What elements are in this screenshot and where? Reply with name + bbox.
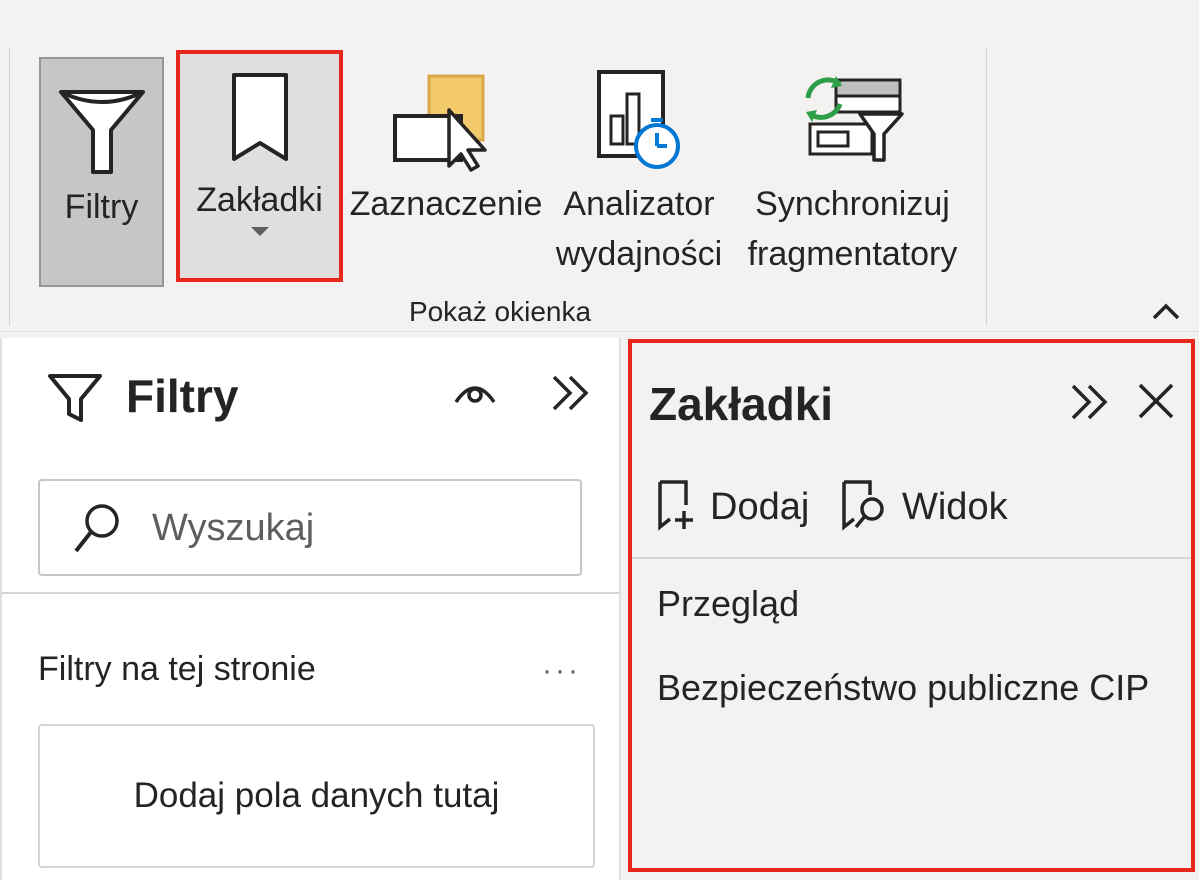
selection-button-label: Zaznaczenie	[349, 185, 543, 223]
performance-analyzer-label: Analizator wydajności	[556, 179, 722, 279]
sync-slicers-label-line1: Synchronizuj	[755, 185, 950, 223]
ribbon-separator	[986, 48, 987, 326]
chevron-up-icon[interactable]	[1150, 300, 1182, 324]
filters-on-page-heading: Filtry na tej stronie	[38, 650, 316, 688]
search-box[interactable]	[38, 479, 582, 576]
eye-icon[interactable]	[452, 374, 498, 410]
add-bookmark-icon	[656, 479, 696, 536]
divider	[2, 592, 619, 594]
close-icon[interactable]	[1136, 381, 1176, 421]
selection-icon	[391, 57, 501, 172]
performance-analyzer-button[interactable]: Analizator wydajności	[555, 57, 723, 287]
bookmarks-button-label: Zakładki	[196, 181, 323, 219]
performance-analyzer-label-line1: Analizator	[563, 185, 715, 223]
bookmarks-pane-title: Zakładki	[649, 378, 834, 430]
add-data-fields-drop-zone[interactable]: Dodaj pola danych tutaj	[38, 724, 595, 868]
filters-button-label: Filtry	[64, 188, 139, 226]
sync-slicers-button[interactable]: Synchronizuj fragmentatory	[740, 57, 965, 287]
filters-pane-toggle-button[interactable]: Filtry	[39, 57, 164, 287]
funnel-icon	[57, 59, 147, 174]
more-options-button[interactable]: ···	[542, 654, 581, 688]
bookmark-item[interactable]: Przegląd	[657, 583, 799, 625]
search-input[interactable]	[152, 503, 552, 553]
expand-icon[interactable]	[1067, 380, 1111, 424]
selection-pane-button[interactable]: Zaznaczenie	[350, 57, 542, 287]
divider	[632, 557, 1191, 559]
filters-pane-title: Filtry	[126, 370, 239, 422]
performance-analyzer-label-line2: wydajności	[555, 235, 723, 273]
search-icon	[72, 501, 122, 557]
view-bookmark-icon	[840, 479, 888, 536]
view-bookmark-button[interactable]: Widok	[840, 479, 1008, 535]
performance-analyzer-icon	[591, 57, 687, 172]
ribbon-separator	[9, 48, 10, 326]
expand-icon[interactable]	[548, 371, 592, 415]
filters-pane: Filtry Filtry na tej stronie ·	[0, 338, 621, 880]
bookmark-icon	[230, 50, 290, 163]
sync-slicers-label: Synchronizuj fragmentatory	[748, 179, 958, 279]
bookmarks-pane-toggle-button[interactable]: Zakładki	[176, 50, 343, 282]
chevron-down-icon[interactable]	[250, 227, 269, 236]
sync-slicers-label-line2: fragmentatory	[747, 235, 958, 273]
sync-slicers-icon	[798, 57, 908, 172]
ribbon: Filtry Zakładki Zaznaczenie Analizator w…	[0, 0, 1199, 332]
page: Filtry Zakładki Zaznaczenie Analizator w…	[0, 0, 1199, 880]
drop-zone-label: Dodaj pola danych tutaj	[133, 776, 500, 815]
view-bookmark-label: Widok	[902, 485, 1008, 528]
bookmark-item[interactable]: Bezpieczeństwo publiczne CIP	[657, 667, 1149, 709]
add-bookmark-label: Dodaj	[710, 485, 810, 528]
ribbon-group-label: Pokaż okienka	[408, 296, 592, 327]
funnel-icon	[47, 373, 103, 423]
bookmarks-pane: Zakładki Dodaj Widok Przegląd Bezpieczeń…	[628, 339, 1195, 872]
add-bookmark-button[interactable]: Dodaj	[656, 479, 809, 535]
